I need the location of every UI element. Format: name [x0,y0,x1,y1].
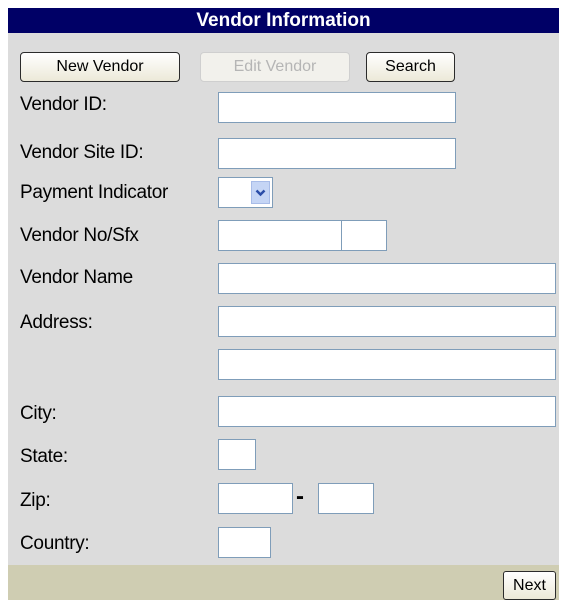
payment-indicator-label: Payment Indicator [20,182,169,203]
chevron-down-icon [255,189,266,196]
city-input[interactable] [218,396,556,427]
search-button[interactable]: Search [366,52,455,82]
dropdown-arrow-button[interactable] [251,181,270,204]
address-line-1-input[interactable] [218,306,556,337]
city-label: City: [20,403,57,424]
new-vendor-button[interactable]: New Vendor [20,52,180,82]
next-button[interactable]: Next [503,571,556,600]
vendor-id-label: Vendor ID: [20,94,107,115]
state-input[interactable] [218,439,256,470]
payment-indicator-select[interactable] [218,177,273,208]
vendor-no-sfx-label: Vendor No/Sfx [20,225,139,246]
country-input[interactable] [218,527,271,558]
form-footer [8,565,559,600]
address-label: Address: [20,312,93,333]
zip-input[interactable] [218,483,293,514]
zip-separator: - [296,483,304,510]
vendor-number-input[interactable] [218,220,342,251]
state-label: State: [20,446,68,467]
vendor-site-id-label: Vendor Site ID: [20,142,144,163]
address-line-2-input[interactable] [218,349,556,380]
zip-extension-input[interactable] [318,483,374,514]
form-title: Vendor Information [8,8,559,33]
edit-vendor-button: Edit Vendor [200,52,350,82]
vendor-id-input[interactable] [218,92,456,123]
vendor-site-id-input[interactable] [218,138,456,169]
vendor-name-input[interactable] [218,263,556,294]
vendor-suffix-input[interactable] [341,220,387,251]
country-label: Country: [20,533,90,554]
vendor-name-label: Vendor Name [20,267,133,288]
zip-label: Zip: [20,490,51,511]
